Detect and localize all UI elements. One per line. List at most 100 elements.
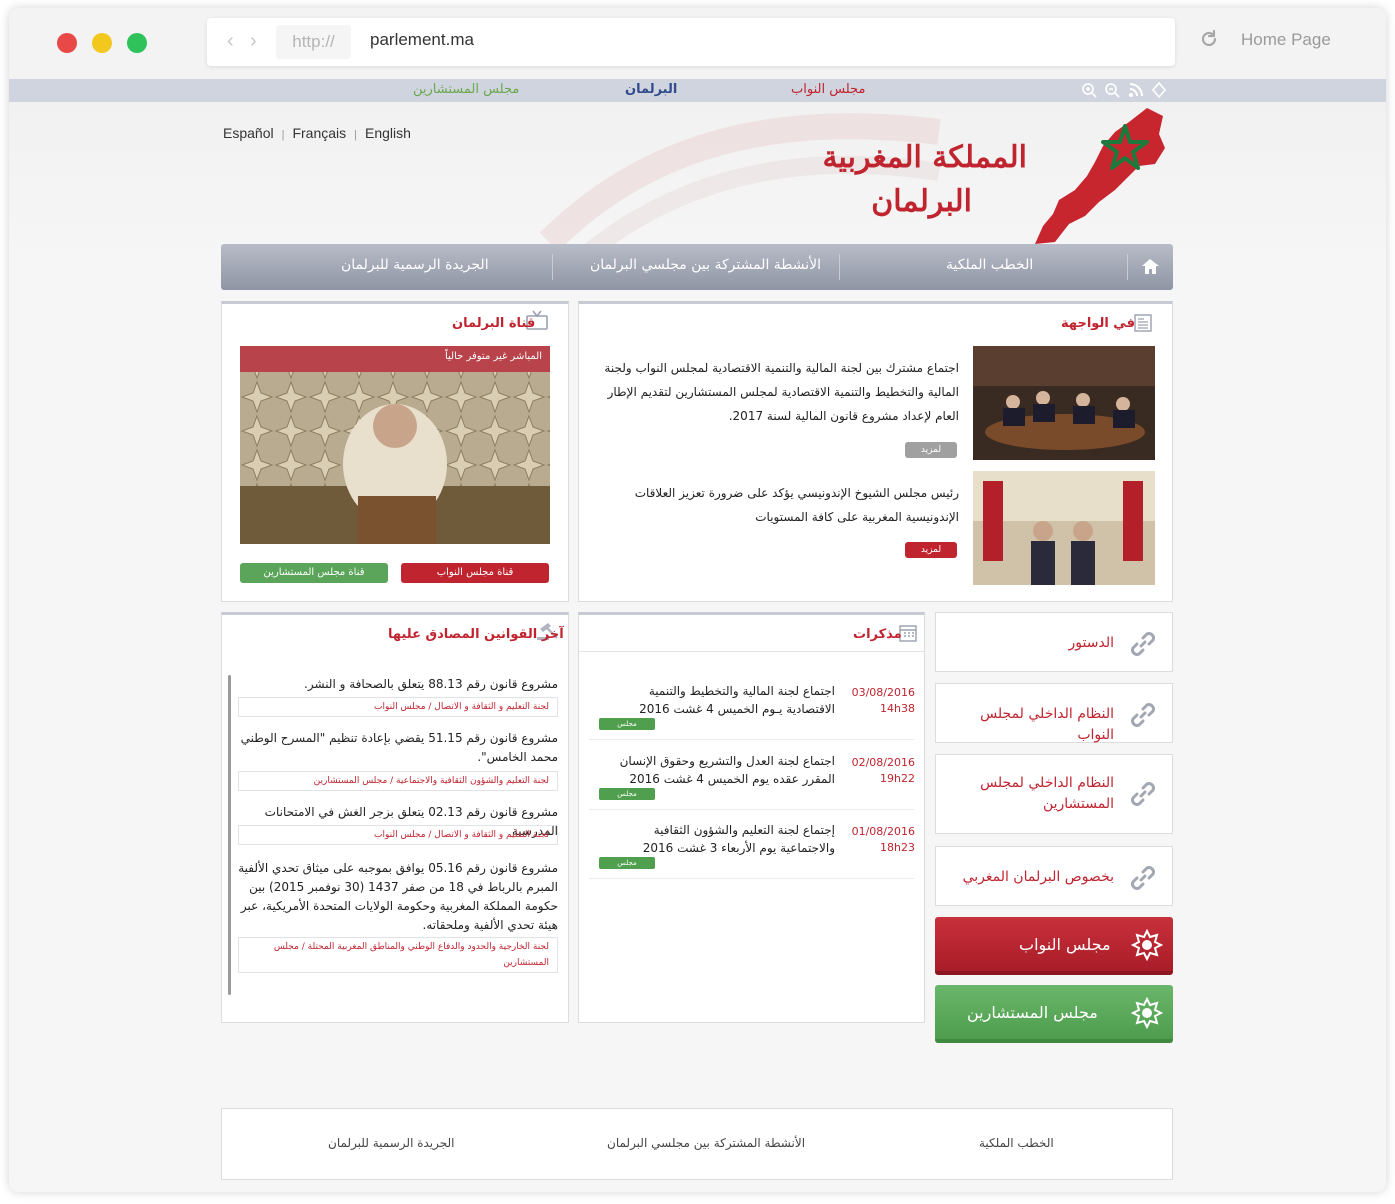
- browser-window: ‹ › http:// parlement.ma Home Page مجلس …: [9, 8, 1386, 1192]
- memo-divider: [589, 809, 914, 810]
- featured-item-text[interactable]: رئيس مجلس الشيوخ الإندونيسي يؤكد على ضرو…: [591, 481, 959, 529]
- quicklink-label: الدستور: [1068, 635, 1114, 651]
- footer-joint-activities[interactable]: الأنشطة المشتركة بين مجلسي البرلمان: [607, 1136, 805, 1150]
- browser-chrome: ‹ › http:// parlement.ma Home Page: [9, 8, 1386, 79]
- back-icon[interactable]: ‹: [227, 30, 234, 53]
- memos-divider: [579, 651, 924, 652]
- live-status-banner: المباشر غير متوفر حالياً: [444, 351, 542, 362]
- main-navigation: الجريدة الرسمية للبرلمان الأنشطة المشترك…: [221, 244, 1173, 290]
- url-text[interactable]: parlement.ma: [370, 30, 474, 50]
- memos-panel: مذكرات 03/08/2016 14h38 اجتماع لجنة الما…: [578, 612, 925, 1023]
- memo-time: 18h23: [880, 841, 915, 854]
- representatives-channel-button[interactable]: قناة مجلس النواب: [401, 563, 549, 583]
- site-title-parliament: البرلمان: [871, 184, 972, 219]
- zoom-in-icon[interactable]: [1081, 82, 1097, 98]
- close-window-dot[interactable]: [57, 33, 77, 53]
- nav-joint-activities[interactable]: الأنشطة المشتركة بين مجلسي البرلمان: [590, 257, 821, 273]
- memo-text[interactable]: إجتماع لجنة التعليم والشؤون الثقافية وال…: [599, 821, 835, 857]
- law-item-tag[interactable]: لجنة التعليم و الثقافة و الاتصال / مجلس …: [238, 697, 558, 717]
- featured-photo-delegation[interactable]: [973, 471, 1155, 585]
- address-bar[interactable]: ‹ › http:// parlement.ma: [207, 18, 1175, 66]
- footer-official-gazette[interactable]: الجريدة الرسمية للبرلمان: [328, 1136, 455, 1150]
- topbar-representatives-link[interactable]: مجلس النواب: [791, 82, 865, 97]
- rss-icon[interactable]: [1128, 82, 1144, 98]
- header-wave-decoration: [539, 113, 941, 252]
- maximize-window-dot[interactable]: [127, 33, 147, 53]
- channel-title: قناة البرلمان: [452, 316, 536, 331]
- memo-divider: [589, 878, 914, 879]
- laws-scrollbar[interactable]: [228, 675, 231, 995]
- chain-link-icon: [1131, 866, 1155, 890]
- memo-time: 14h38: [880, 702, 915, 715]
- featured-more-button[interactable]: لمزيد: [905, 442, 957, 458]
- topbar-counselors-link[interactable]: مجلس المستشارين: [413, 82, 519, 97]
- forward-icon[interactable]: ›: [250, 30, 257, 53]
- lang-francais[interactable]: Français: [292, 125, 346, 141]
- quicklink-counselors-rules[interactable]: النظام الداخلي لمجلس المستشارين: [935, 754, 1173, 834]
- counselors-channel-button[interactable]: قناة مجلس المستشارين: [240, 563, 388, 583]
- lang-espanol[interactable]: Español: [223, 125, 274, 141]
- royal-emblem-icon: [1131, 929, 1163, 961]
- channel-video-player[interactable]: المباشر غير متوفر حالياً: [240, 346, 550, 544]
- zoom-out-icon[interactable]: [1104, 82, 1120, 98]
- law-item-text[interactable]: مشروع قانون رقم 05.16 يوافق بموجبه على م…: [238, 859, 558, 935]
- lang-english[interactable]: English: [365, 125, 411, 141]
- minimize-window-dot[interactable]: [92, 33, 112, 53]
- nav-official-gazette[interactable]: الجريدة الرسمية للبرلمان: [341, 257, 489, 273]
- featured-photo-meeting[interactable]: [973, 346, 1155, 460]
- memo-text[interactable]: اجتماع لجنة المالية والتخطيط والتنمية ال…: [599, 682, 835, 718]
- featured-more-button[interactable]: لمزيد: [905, 542, 957, 558]
- latest-laws-panel: آخر القوانين المصادق عليها مشروع قانون ر…: [221, 612, 569, 1023]
- memo-text[interactable]: اجتماع لجنة العدل والتشريع وحقوق الإنسان…: [599, 752, 835, 788]
- quicklink-label: النظام الداخلي لمجلس النواب: [980, 706, 1114, 743]
- nav-royal-speeches[interactable]: الخطب الملكية: [946, 257, 1033, 273]
- morocco-map-logo: [1035, 108, 1165, 244]
- memo-date: 01/08/2016: [851, 825, 915, 838]
- chain-link-icon: [1131, 782, 1155, 806]
- footer-royal-speeches[interactable]: الخطب الملكية: [979, 1136, 1054, 1150]
- quicklink-representatives-rules[interactable]: النظام الداخلي لمجلس النواب: [935, 683, 1173, 743]
- memo-badge: مجلس المستشارين: [599, 788, 655, 810]
- memo-date: 02/08/2016: [851, 756, 915, 769]
- reload-icon[interactable]: [1199, 29, 1219, 49]
- counselors-chamber-button[interactable]: مجلس المستشارين: [935, 985, 1173, 1043]
- chain-link-icon: [1131, 703, 1155, 727]
- featured-panel: في الواجهة اجتماع مشترك بين لجنة المالية…: [578, 301, 1173, 602]
- memo-divider: [589, 739, 914, 740]
- memos-title: مذكرات: [853, 627, 902, 642]
- counselors-chamber-label: مجلس المستشارين: [967, 1003, 1098, 1022]
- memo-time: 19h22: [880, 772, 915, 785]
- quicklink-label: بخصوص البرلمان المغربي: [962, 869, 1114, 885]
- video-frame-image: [240, 346, 550, 544]
- chain-link-icon: [1131, 632, 1155, 656]
- law-item-text[interactable]: مشروع قانون رقم 88.13 يتعلق بالصحافة و ا…: [238, 675, 558, 694]
- quicklink-label: النظام الداخلي لمجلس المستشارين: [980, 775, 1114, 812]
- site-footer: الجريدة الرسمية للبرلمان الأنشطة المشترك…: [221, 1108, 1173, 1180]
- url-protocol: http://: [276, 25, 351, 59]
- memo-badge: مجلس المستشارين: [599, 857, 655, 879]
- site-topbar: مجلس المستشارين البرلمان مجلس النواب: [9, 79, 1386, 102]
- memo-date: 03/08/2016: [851, 686, 915, 699]
- featured-title: في الواجهة: [1061, 316, 1135, 331]
- home-page-link[interactable]: Home Page: [1241, 30, 1331, 50]
- royal-emblem-icon: [1131, 997, 1163, 1029]
- law-item-tag[interactable]: لجنة الخارجية والحدود والدفاع الوطني وال…: [238, 937, 558, 973]
- representatives-chamber-button[interactable]: مجلس النواب: [935, 917, 1173, 975]
- language-switcher: Español | Français | English: [223, 125, 411, 141]
- featured-item-text[interactable]: اجتماع مشترك بين لجنة المالية والتنمية ا…: [591, 356, 959, 428]
- law-item-text[interactable]: مشروع قانون رقم 51.15 يقضي بإعادة تنظيم …: [238, 729, 558, 767]
- newspaper-icon: [1134, 314, 1152, 332]
- home-icon[interactable]: [1128, 244, 1173, 290]
- accessibility-icon[interactable]: [1151, 82, 1167, 98]
- site-title-kingdom: المملكة المغربية: [822, 140, 1027, 175]
- topbar-parliament-link[interactable]: البرلمان: [625, 82, 677, 97]
- nav-divider: [839, 254, 840, 280]
- quicklink-about-parliament[interactable]: بخصوص البرلمان المغربي: [935, 846, 1173, 906]
- laws-title: آخر القوانين المصادق عليها: [388, 627, 564, 642]
- quicklink-constitution[interactable]: الدستور: [935, 612, 1173, 672]
- memo-badge: مجلس المستشارين: [599, 718, 655, 740]
- law-item-tag[interactable]: لجنة التعليم و الثقافة و الاتصال / مجلس …: [238, 825, 558, 845]
- parliament-channel-panel: قناة البرلمان المباشر غير متوفر حالياً ق…: [221, 301, 569, 602]
- law-item-tag[interactable]: لجنة التعليم والشؤون الثقافية والاجتماعي…: [238, 771, 558, 791]
- representatives-chamber-label: مجلس النواب: [1019, 935, 1111, 954]
